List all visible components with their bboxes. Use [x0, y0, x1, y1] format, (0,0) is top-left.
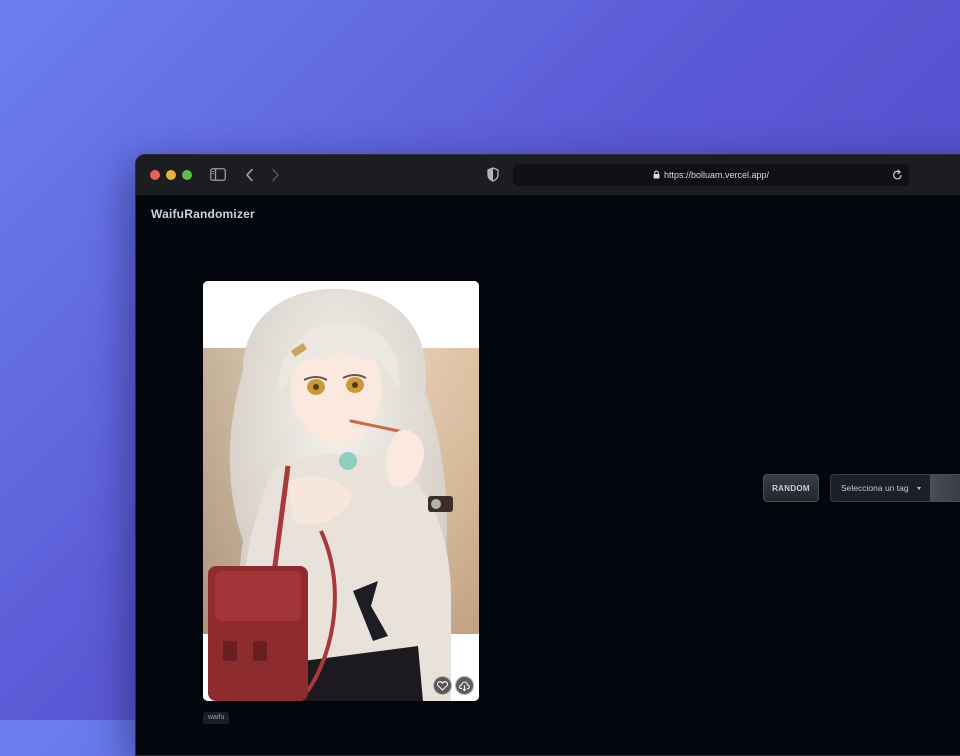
reload-icon[interactable] — [892, 169, 903, 181]
download-icon — [459, 681, 470, 691]
forward-icon[interactable] — [270, 168, 280, 182]
favorite-button[interactable] — [433, 676, 452, 695]
sidebar-icon[interactable] — [210, 168, 226, 181]
waifu-image — [203, 281, 479, 701]
search-button[interactable] — [930, 474, 960, 502]
lock-icon — [653, 170, 660, 179]
back-icon[interactable] — [245, 168, 255, 182]
app-title[interactable]: WaifuRandomizer — [151, 207, 255, 221]
close-window-button[interactable] — [150, 170, 160, 180]
waifu-image-card — [203, 281, 479, 701]
shield-icon[interactable] — [487, 167, 499, 182]
random-button[interactable]: RANDOM — [763, 474, 819, 502]
tag-chip[interactable]: waifu — [203, 712, 230, 724]
tag-select[interactable]: Selecciona un tag — [830, 474, 930, 502]
chevron-down-icon — [917, 487, 921, 490]
minimize-window-button[interactable] — [166, 170, 176, 180]
browser-toolbar: https://bolluam.vercel.app/ — [136, 155, 960, 196]
heart-icon — [437, 680, 448, 691]
browser-window: https://bolluam.vercel.app/ WaifuRandomi… — [135, 154, 960, 756]
maximize-window-button[interactable] — [182, 170, 192, 180]
url-text: https://bolluam.vercel.app/ — [663, 170, 770, 180]
address-bar[interactable]: https://bolluam.vercel.app/ — [513, 164, 909, 186]
tag-select-value: Selecciona un tag — [841, 483, 909, 493]
download-button[interactable] — [455, 676, 474, 695]
